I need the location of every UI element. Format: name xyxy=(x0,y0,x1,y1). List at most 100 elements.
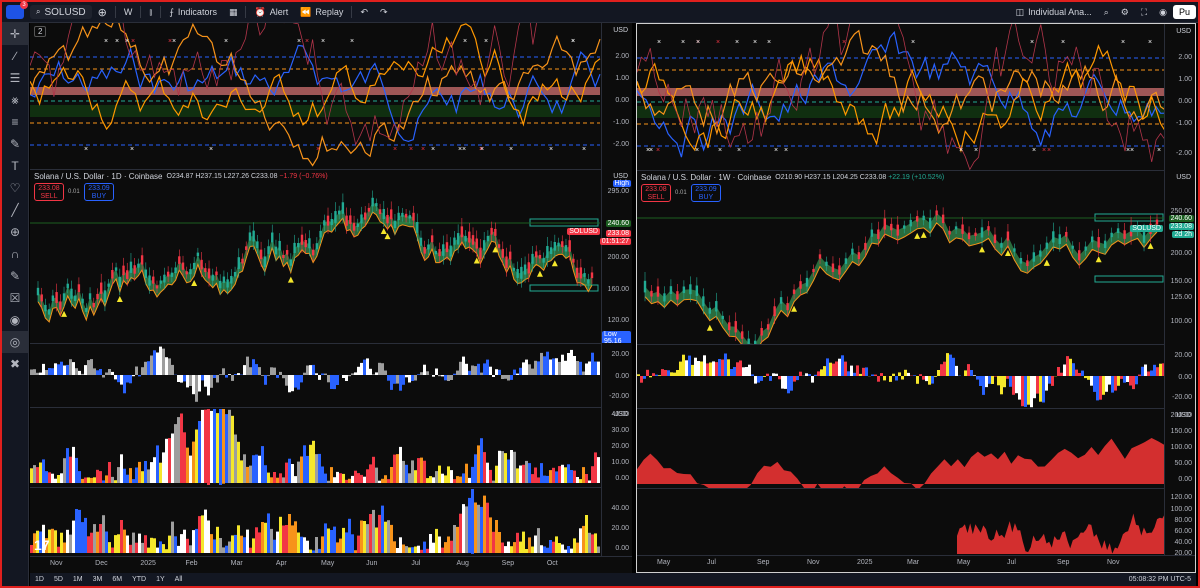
histogram-bar xyxy=(240,374,243,375)
interval-button[interactable]: W xyxy=(118,2,139,22)
candle xyxy=(337,210,341,215)
chart-title[interactable]: Solana / U.S. Dollar · 1W · Coinbase xyxy=(641,173,771,182)
time-axis[interactable]: Nov Dec 2025 Feb Mar Apr May Jun Jul Aug Sep Oct xyxy=(30,556,632,573)
fullscreen-icon[interactable]: ⛶ xyxy=(1135,2,1153,22)
brush-icon[interactable]: ✎ xyxy=(2,133,28,155)
indicator-panel-2[interactable]: USD 200.00 150.00 100.00 50.00 0.00 xyxy=(637,408,1195,489)
lock-icon[interactable]: ☒ xyxy=(2,287,28,309)
range-button-1y[interactable]: 1Y xyxy=(151,576,170,583)
range-button-all[interactable]: All xyxy=(170,576,188,583)
eye-icon[interactable]: ◉ xyxy=(2,309,28,331)
buy-triangle xyxy=(706,324,713,331)
histogram-bar xyxy=(414,470,417,483)
range-button-1m[interactable]: 1M xyxy=(68,576,88,583)
magnet-icon[interactable]: ∩ xyxy=(2,243,28,265)
main-price-panel[interactable]: Solana / U.S. Dollar · 1D · Coinbase O23… xyxy=(30,169,632,345)
indicator-panel-1[interactable]: 20.00 0.00 -20.00 xyxy=(30,343,632,408)
time-label: Nov xyxy=(50,560,63,567)
crosshair-icon[interactable]: ✛ xyxy=(2,23,28,45)
signal-marker: × xyxy=(321,38,325,45)
tradingview-logo[interactable]: 3 xyxy=(6,1,28,19)
histogram-bar xyxy=(345,375,348,381)
histogram-bar xyxy=(423,460,426,483)
indicator-panel-2[interactable]: USD 40.00 30.00 20.00 10.00 0.00 xyxy=(30,407,632,488)
redo-icon[interactable]: ↷ xyxy=(374,2,394,22)
axis-tick: 120.00 xyxy=(607,317,629,324)
indicators-button[interactable]: ⨍ Indicators xyxy=(163,2,223,22)
histogram-bar xyxy=(333,375,336,390)
alert-button[interactable]: ⏰ Alert xyxy=(248,2,294,22)
signal-marker: × xyxy=(737,147,741,154)
templates-icon[interactable]: ▦ xyxy=(223,2,244,22)
ruler-icon[interactable]: ╱ xyxy=(2,199,28,221)
histogram-bar xyxy=(880,373,883,376)
trendline-icon[interactable]: ∕ xyxy=(2,45,28,67)
indicator-panel-3[interactable]: 120.00 100.00 80.00 60.00 40.00 20.00 xyxy=(637,488,1195,559)
zoom-in-icon[interactable]: ⊕ xyxy=(2,221,28,243)
fib-icon[interactable]: ≡ xyxy=(2,111,28,133)
object-tree-icon[interactable]: ◎ xyxy=(2,331,28,353)
axis-tick: -20.00 xyxy=(609,393,629,400)
osc-price-axis[interactable]: USD 2.00 1.00 0.00 -1.00 -2.00 xyxy=(601,23,632,169)
candle xyxy=(62,293,66,301)
time-axis[interactable]: May Jul Sep Nov 2025 Mar May Jul Sep Nov xyxy=(637,555,1195,572)
undo-icon[interactable]: ↶ xyxy=(354,2,374,22)
text-icon[interactable]: T xyxy=(2,155,28,177)
candle xyxy=(44,304,47,312)
chart-title[interactable]: Solana / U.S. Dollar · 1D · Coinbase xyxy=(34,172,163,181)
histogram-bar xyxy=(354,372,357,375)
range-button-5d[interactable]: 5D xyxy=(49,576,68,583)
publish-button[interactable]: Pu xyxy=(1172,5,1196,19)
settings-icon[interactable]: ⚙ xyxy=(1115,2,1135,22)
lock-drawing-icon[interactable]: ✎ xyxy=(2,265,28,287)
axis-tick: -1.00 xyxy=(613,119,629,126)
histogram-bar xyxy=(1090,376,1093,386)
histogram-bar xyxy=(952,357,955,376)
compare-button[interactable]: ⊕ xyxy=(92,2,113,22)
osc-collapse-badge[interactable]: 2 xyxy=(34,26,47,37)
pattern-icon[interactable]: ⨳ xyxy=(2,89,28,111)
price-axis[interactable]: USD 240.60 233.08 2d 2h 250.00 200.00 15… xyxy=(1164,170,1195,344)
histogram-bar xyxy=(33,369,36,375)
bar-style-icon[interactable]: ⫾ xyxy=(143,2,158,22)
histogram-bar xyxy=(585,515,588,553)
buy-button[interactable]: 233.09 BUY xyxy=(691,184,721,202)
osc-price-axis[interactable]: USD 2.00 1.00 0.00 -1.00 -2.00 xyxy=(1164,24,1195,170)
candle xyxy=(1142,232,1146,243)
horizontal-lines-icon[interactable]: ☰ xyxy=(2,67,28,89)
sell-button[interactable]: 233.08 SELL xyxy=(641,184,671,202)
histogram-bar xyxy=(408,473,411,483)
range-button-6m[interactable]: 6M xyxy=(107,576,127,583)
axis-tick: 20.00 xyxy=(1174,352,1192,359)
buy-button[interactable]: 233.09 BUY xyxy=(84,183,114,201)
quick-search-icon[interactable]: ⌕ xyxy=(1098,2,1115,22)
range-button-ytd[interactable]: YTD xyxy=(127,576,151,583)
main-price-panel[interactable]: Solana / U.S. Dollar · 1W · Coinbase O21… xyxy=(637,170,1195,345)
indicator-panel-3[interactable]: 17 40.00 20.00 0.00 xyxy=(30,487,632,558)
histogram-bar xyxy=(147,469,150,483)
candle xyxy=(144,269,148,278)
oscillator-panel[interactable]: × × × × × × × × × × × × × × × × × × × × × × × × × × × × × × 2 USD 2.0… xyxy=(30,23,632,170)
histogram-bar xyxy=(192,441,195,483)
histogram-bar xyxy=(646,369,649,376)
indicator-panel-1[interactable]: 20.00 0.00 -20.00 xyxy=(637,344,1195,409)
candle xyxy=(512,267,516,271)
histogram-bar xyxy=(567,464,570,483)
histogram-bar xyxy=(402,544,405,553)
trash-icon[interactable]: ✖ xyxy=(2,353,28,375)
range-button-1d[interactable]: 1D xyxy=(30,576,49,583)
replay-button[interactable]: ⏪ Replay xyxy=(294,2,349,22)
oscillator-panel[interactable]: × × × × × × × × × × × × × × × × × × × × × × × × × × × × × × USD 2.00 … xyxy=(637,24,1195,171)
camera-icon[interactable]: ◉ xyxy=(1153,2,1173,22)
histogram-bar xyxy=(303,537,306,553)
symbol-search[interactable]: ⌕ SOLUSD xyxy=(30,5,92,19)
clock-label[interactable]: 05:08:32 PM UTC-5 xyxy=(1124,576,1196,583)
price-axis[interactable]: USD High 295.00 240.60 233.08 01:51:27 2… xyxy=(599,169,632,345)
sell-button[interactable]: 233.08 SELL xyxy=(34,183,64,201)
chart-pane-weekly[interactable]: × × × × × × × × × × × × × × × × × × × × × × × × × × × × × × USD 2.00 … xyxy=(636,23,1196,573)
heart-icon[interactable]: ♡ xyxy=(2,177,28,199)
range-button-3m[interactable]: 3M xyxy=(88,576,108,583)
layout-button[interactable]: ◫ Individual Ana... xyxy=(1010,2,1098,22)
histogram-bar xyxy=(240,535,243,553)
chart-pane-daily[interactable]: × × × × × × × × × × × × × × × × × × × × × × × × × × × × × × 2 USD 2.0… xyxy=(30,23,632,573)
